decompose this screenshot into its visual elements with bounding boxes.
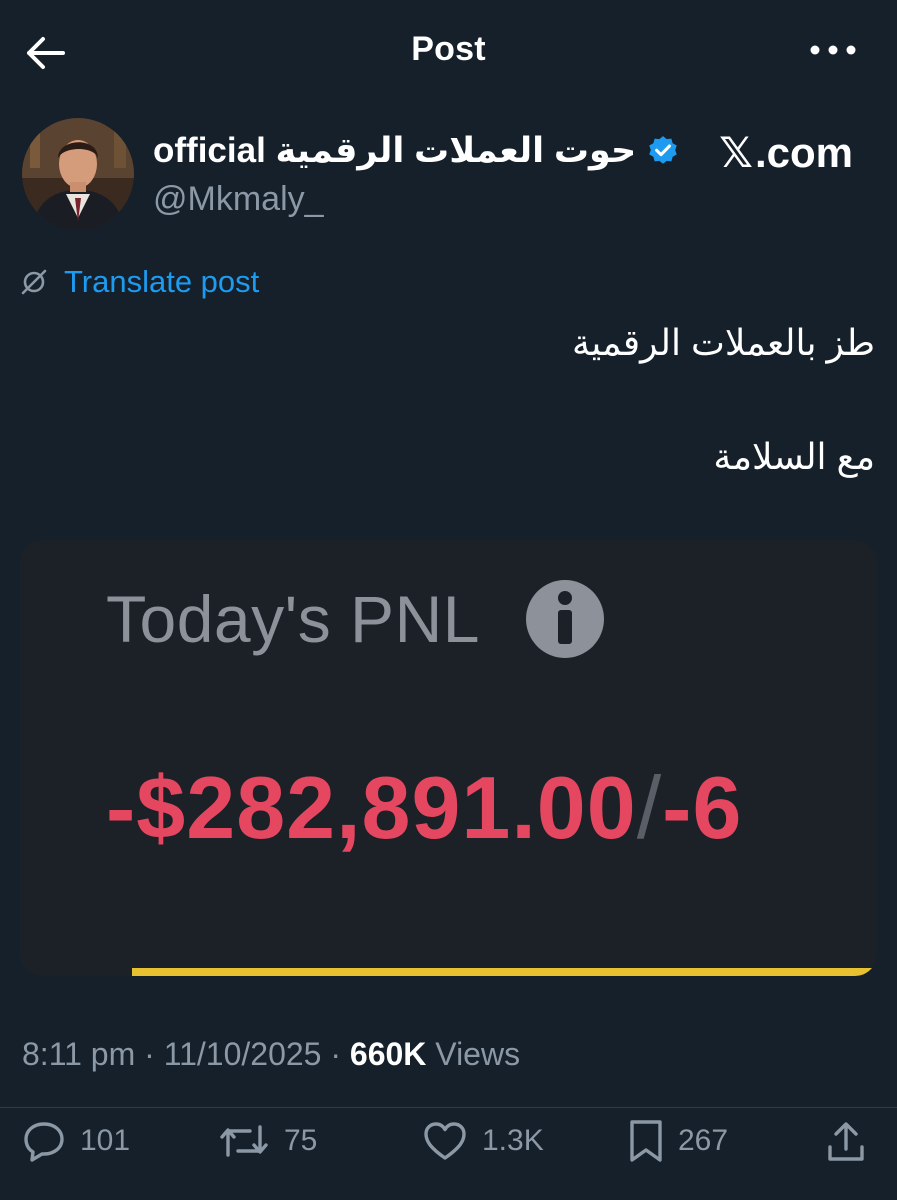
tweet-text-line: طز بالعملات الرقمية	[571, 322, 875, 363]
share-icon	[828, 1122, 864, 1161]
media-accent-bar	[132, 968, 877, 976]
info-icon	[525, 580, 604, 658]
translate-row[interactable]: Translate post	[20, 262, 259, 302]
more-horizontal-icon	[810, 45, 856, 55]
post-page: Post حوت العملات الرقمية official @Mkmal…	[0, 0, 897, 1200]
bookmark-count: 267	[678, 1124, 729, 1157]
translate-post-link[interactable]: Translate post	[64, 264, 259, 300]
share-button[interactable]	[826, 1113, 866, 1169]
pnl-amount: -$282,891.00	[106, 758, 637, 857]
meta-dot: ·	[144, 1036, 164, 1072]
post-meta: 8:11 pm · 11/10/2025 · 660K Views	[22, 1036, 520, 1073]
author-handle[interactable]: @Mkmaly_	[153, 180, 324, 219]
author-name: حوت العملات الرقمية official	[153, 131, 637, 170]
reply-count: 101	[80, 1124, 131, 1157]
x-logo-icon: 𝕏	[719, 128, 753, 177]
bookmark-icon	[630, 1120, 662, 1162]
repost-count: 75	[284, 1124, 318, 1157]
top-bar: Post	[0, 0, 897, 105]
divider	[0, 1107, 897, 1108]
reply-button[interactable]: 101	[22, 1113, 130, 1169]
like-count: 1.3K	[482, 1124, 544, 1157]
watermark: 𝕏 .com	[719, 128, 853, 177]
views-label: Views	[435, 1036, 521, 1072]
avatar-image	[22, 118, 134, 230]
tweet-text-line: مع السلامة	[713, 436, 875, 477]
repost-button[interactable]: 75	[218, 1113, 317, 1169]
pnl-separator: /	[636, 758, 663, 857]
pnl-value: -$282,891.00/-6	[106, 757, 742, 859]
meta-dot: ·	[330, 1036, 350, 1072]
watermark-text: .com	[754, 128, 853, 176]
heart-icon	[424, 1122, 466, 1160]
avatar[interactable]	[22, 118, 134, 230]
like-button[interactable]: 1.3K	[422, 1113, 544, 1169]
page-title: Post	[411, 30, 486, 68]
views-count[interactable]: 660K	[350, 1036, 427, 1072]
translate-slash-icon	[20, 268, 48, 296]
pnl-title: Today's PNL	[106, 582, 480, 656]
pnl-title-row: Today's PNL	[106, 578, 606, 660]
post-date: 11/10/2025	[163, 1036, 322, 1072]
pnl-percent-partial: -6	[662, 758, 743, 857]
author-name-row[interactable]: حوت العملات الرقمية official	[153, 128, 680, 174]
reply-icon	[24, 1122, 64, 1162]
repost-icon	[220, 1125, 268, 1157]
verified-badge-icon	[646, 134, 680, 168]
post-time: 8:11 pm	[22, 1036, 136, 1072]
bookmark-button[interactable]: 267	[628, 1113, 728, 1169]
more-options-button[interactable]	[805, 28, 861, 72]
